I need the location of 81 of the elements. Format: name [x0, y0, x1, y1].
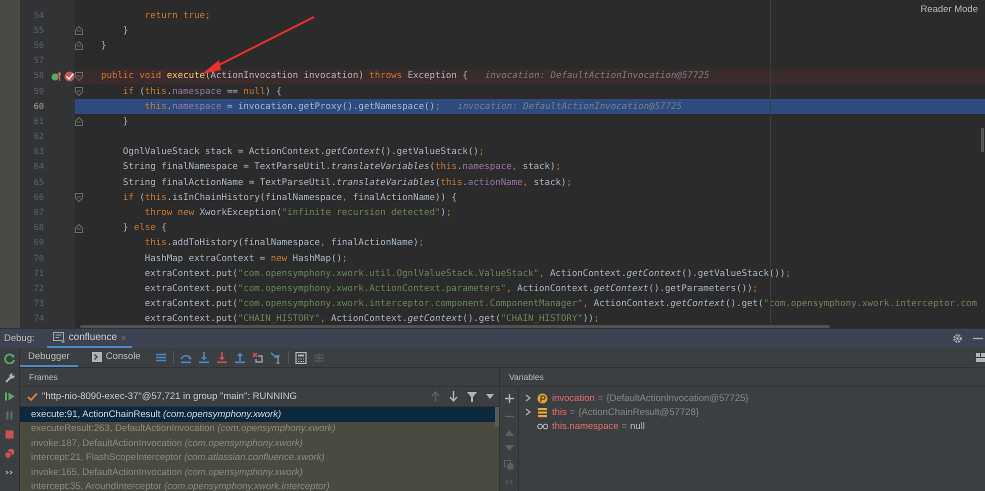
up-arrow-icon[interactable]: [431, 391, 440, 402]
panel-title: Frames: [29, 372, 58, 382]
copy-icon[interactable]: [504, 460, 514, 470]
mute-breakpoints-icon[interactable]: [4, 448, 15, 459]
code-line: }: [101, 40, 106, 51]
code-line: extraContext.put("com.opensymphony.xwork.ActionContext.parameters", ActionContext.getContext().getParameters());: [144, 284, 758, 294]
fold-marker-icon[interactable]: [75, 72, 83, 81]
expand-chevron-icon[interactable]: [525, 394, 531, 402]
move-down-icon[interactable]: [504, 445, 514, 451]
fold-marker-icon[interactable]: [75, 193, 83, 202]
fold-marker-icon[interactable]: [75, 26, 83, 36]
list-icon[interactable]: [154, 352, 167, 364]
vertical-scrollbar[interactable]: [981, 128, 984, 152]
calculator-icon[interactable]: [294, 352, 307, 364]
scrollbar[interactable]: [495, 407, 499, 427]
code-line: HashMap extraContext = new HashMap();: [144, 254, 348, 264]
variable-entry[interactable]: this = {ActionChainResult@57728}: [552, 406, 699, 418]
code-line: OgnlValueStack stack = ActionContext.getContext().getValueStack();: [122, 147, 484, 158]
horizontal-scrollbar[interactable]: [80, 325, 830, 328]
stack-frame[interactable]: intercept:35, AroundInterceptor (com.opensymphony.xwork.interceptor): [20, 480, 499, 491]
code-line: this.namespace = invocation.getProxy().getNamespace();: [144, 102, 440, 112]
layout-icon[interactable]: [976, 353, 985, 362]
inline-value-hint: invocation: DefaultActionInvocation@57725: [457, 102, 682, 112]
fold-marker-icon[interactable]: [75, 41, 83, 50]
line-number: 60: [32, 102, 44, 112]
code-line: String finalNamespace = TextParseUtil.translateVariables(this.namespace, stack);: [122, 162, 561, 172]
code-line: }: [122, 116, 128, 127]
fold-marker-icon[interactable]: [75, 87, 83, 96]
code-line: if (this.isInChainHistory(finalNamespace, finalActionName)) {: [122, 192, 457, 203]
check-icon: [27, 392, 38, 402]
add-icon[interactable]: [504, 394, 514, 403]
step-into-icon[interactable]: [198, 352, 210, 364]
code-line: this.addToHistory(finalNamespace, finalActionName);: [144, 238, 424, 248]
parameter-icon: [537, 392, 548, 404]
rerun-icon[interactable]: [4, 353, 15, 364]
wrench-icon[interactable]: [4, 372, 15, 383]
console-window-icon: [52, 332, 65, 343]
filter-icon[interactable]: [467, 392, 477, 402]
session-tab[interactable]: confluence ×: [46, 329, 132, 348]
stop-icon[interactable]: [4, 429, 15, 440]
tab[interactable]: Console: [84, 348, 149, 367]
code-line: } else {: [122, 223, 167, 234]
code-line: throw new XworkException("infinite recursion detected");: [144, 208, 452, 218]
down-arrow-icon[interactable]: [449, 391, 458, 402]
code-line: extraContext.put("CHAIN_HISTORY", ActionContext.getContext().get("CHAIN_HISTORY"));: [144, 314, 600, 324]
trace-icon[interactable]: [312, 352, 325, 364]
code-line: }: [122, 26, 128, 36]
inline-value-hint: invocation: DefaultActionInvocation@57725: [484, 71, 710, 82]
stack-frame[interactable]: invoke:165, DefaultActionInvocation (com.opensymphony.xwork): [20, 465, 499, 480]
code-line: if (this.namespace == null) {: [122, 86, 282, 97]
console-icon: [92, 352, 102, 362]
variable-entry[interactable]: this.namespace = null: [552, 420, 645, 432]
panel-title: Debug:: [4, 333, 35, 344]
tab[interactable]: Debugger: [20, 348, 78, 367]
run-to-cursor-icon[interactable]: [270, 352, 282, 364]
stack-frame[interactable]: invoke:187, DefaultActionInvocation (com.opensymphony.xwork): [20, 436, 499, 450]
step-out-icon[interactable]: [234, 352, 246, 364]
fold-marker-icon[interactable]: [75, 117, 83, 126]
force-step-into-icon[interactable]: [216, 352, 228, 364]
settings-icon[interactable]: [952, 333, 963, 344]
variable-entry[interactable]: invocation = {DefaultActionInvocation@57725}: [552, 392, 749, 404]
stack-frame[interactable]: executeResult:263, DefaultActionInvocation (com.opensymphony.xwork): [20, 422, 499, 436]
glasses-icon: [537, 420, 548, 432]
drop-frame-icon[interactable]: [252, 352, 264, 364]
code-line: extraContext.put("com.opensymphony.xwork.util.OgnlValueStack.ValueStack", ActionContext.getContext().getValueStack());: [144, 268, 791, 279]
code-line: return true;: [144, 10, 210, 21]
code-line: extraContext.put("com.opensymphony.xwork.interceptor.component.ComponentManager", ActionContext.getContext().get("com.opensymphony.xwork.interceptor.com: [144, 299, 978, 310]
reader-mode-link[interactable]: Reader Mode: [920, 4, 978, 15]
stack-frame[interactable]: intercept:21, FlashScopeInterceptor (com.atlassian.confluence.xwork): [20, 450, 499, 465]
stack-icon: [537, 406, 548, 418]
resume-icon[interactable]: [4, 391, 15, 402]
code-line: String finalActionName = TextParseUtil.translateVariables(this.actionName, stack);: [122, 178, 572, 188]
code-line: public void execute(ActionInvocation invocation) throws Exception {: [101, 71, 468, 82]
pause-icon[interactable]: [4, 410, 15, 421]
thread-selector[interactable]: "http-nio-8090-exec-37"@57,721 in group "main": RUNNING: [42, 391, 297, 402]
dropdown-icon[interactable]: [486, 394, 494, 399]
move-up-icon[interactable]: [504, 430, 514, 436]
panel-title: Variables: [509, 372, 544, 382]
expand-chevron-icon[interactable]: [525, 408, 531, 416]
close-button[interactable]: ×: [121, 332, 126, 342]
fold-marker-icon[interactable]: [75, 224, 83, 233]
